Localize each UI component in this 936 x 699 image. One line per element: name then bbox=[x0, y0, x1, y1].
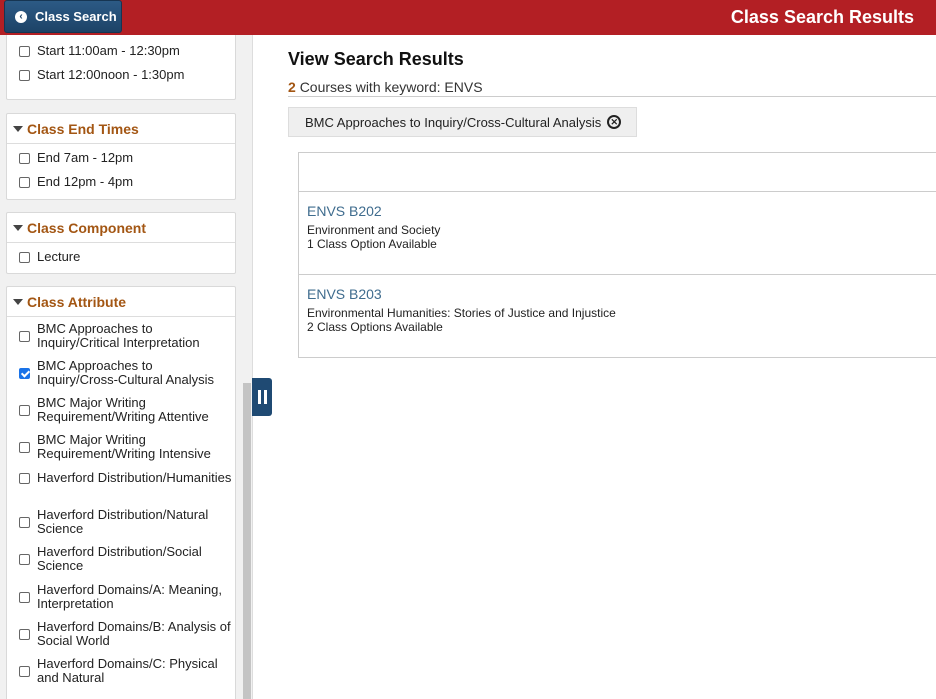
filter-sidebar: Start 10:00 - 11:30amStart 11:00am - 12:… bbox=[0, 35, 252, 699]
filter-option[interactable]: End 12pm - 4pm bbox=[19, 175, 133, 189]
checkbox[interactable] bbox=[19, 176, 30, 188]
component-header[interactable]: Class Component bbox=[7, 213, 235, 243]
start-times-panel: Start 10:00 - 11:30amStart 11:00am - 12:… bbox=[6, 35, 236, 100]
results-count: 2 Courses with keyword: ENVS bbox=[288, 79, 483, 95]
page-header-title: Class Search Results bbox=[730, 7, 914, 27]
filter-option-label: Lecture bbox=[37, 249, 81, 264]
collapse-triangle-icon bbox=[13, 125, 23, 132]
checkbox[interactable] bbox=[19, 45, 30, 57]
filter-option-label: End 7am - 12pm bbox=[37, 150, 134, 165]
checkbox[interactable] bbox=[19, 330, 30, 342]
filter-option-label: End 12pm - 4pm bbox=[37, 174, 134, 189]
checkbox[interactable] bbox=[19, 152, 30, 164]
filter-option-label: Haverford Domains/A: Meaning, Interpreta… bbox=[37, 582, 222, 611]
back-to-class-search-button[interactable]: ‹ Class Search bbox=[4, 0, 122, 33]
filter-option-label: Start 12:00noon - 1:30pm bbox=[37, 67, 185, 82]
filter-option-label: Haverford Distribution/Natural Science bbox=[37, 507, 209, 536]
filter-option[interactable]: Haverford Domains/B: Analysis of Social … bbox=[19, 620, 234, 648]
filter-option-label: BMC Major Writing Requirement/Writing In… bbox=[37, 432, 211, 461]
filter-option-label: Haverford Distribution/Social Science bbox=[37, 544, 202, 573]
page-title: View Search Results bbox=[288, 49, 464, 69]
panel-title: Class Component bbox=[27, 219, 147, 236]
checkbox[interactable] bbox=[19, 472, 30, 484]
course-title: Environmental Humanities: Stories of Jus… bbox=[307, 306, 616, 320]
header-bar: ‹ Class Search Class Search Results bbox=[0, 0, 936, 35]
count-text: Courses with keyword: ENVS bbox=[299, 79, 483, 95]
class-options: 1 Class Option Available bbox=[307, 237, 437, 251]
checkbox[interactable] bbox=[19, 553, 30, 565]
course-title: Environment and Society bbox=[307, 223, 441, 237]
attribute-panel: Class Attribute BMC Approaches to Inquir… bbox=[6, 286, 236, 699]
checkbox[interactable] bbox=[19, 665, 30, 677]
divider bbox=[288, 96, 936, 97]
end-times-panel: Class End Times End 7am - 12pm End 12pm -… bbox=[6, 113, 236, 200]
checkbox[interactable] bbox=[19, 441, 30, 453]
filter-option[interactable]: Haverford Distribution/Humanities bbox=[19, 471, 234, 485]
filter-option-label: BMC Major Writing Requirement/Writing At… bbox=[37, 395, 209, 424]
checkbox[interactable] bbox=[19, 404, 30, 416]
filter-option[interactable]: Start 11:00am - 12:30pm bbox=[19, 44, 180, 58]
filter-option-label: Haverford Domains/B: Analysis of Social … bbox=[37, 619, 231, 648]
checkbox[interactable] bbox=[19, 628, 30, 640]
pause-bar-icon bbox=[263, 390, 267, 404]
filter-option-label: Haverford Distribution/Humanities bbox=[37, 470, 232, 485]
results-list: ENVS B202 Environment and Society 1 Clas… bbox=[298, 152, 936, 358]
filter-option[interactable]: BMC Major Writing Requirement/Writing In… bbox=[19, 433, 234, 461]
course-code-link[interactable]: ENVS B203 bbox=[307, 286, 936, 302]
divider bbox=[252, 35, 253, 699]
course-code-link[interactable]: ENVS B202 bbox=[307, 203, 936, 219]
component-panel: Class Component Lecture bbox=[6, 212, 236, 274]
filter-option-label: Start 11:00am - 12:30pm bbox=[37, 43, 180, 58]
filter-chip-label: BMC Approaches to Inquiry/Cross-Cultural… bbox=[305, 114, 602, 130]
filter-option-label: BMC Approaches to Inquiry/Cross-Cultural… bbox=[37, 358, 215, 387]
checkbox[interactable] bbox=[19, 251, 30, 263]
pause-bar-icon bbox=[257, 390, 261, 404]
filter-option[interactable]: Haverford Domains/A: Meaning, Interpreta… bbox=[19, 583, 234, 611]
checkbox[interactable] bbox=[19, 591, 30, 603]
sidebar-scrollbar[interactable] bbox=[243, 383, 251, 699]
filter-option[interactable]: Lecture bbox=[19, 250, 80, 264]
chevron-left-icon: ‹ bbox=[15, 10, 27, 23]
back-button-label: Class Search bbox=[35, 9, 117, 24]
remove-filter-icon[interactable]: ✕ bbox=[607, 115, 622, 129]
attribute-header[interactable]: Class Attribute bbox=[7, 287, 235, 317]
collapse-sidebar-button[interactable] bbox=[252, 378, 272, 416]
filter-option[interactable]: BMC Approaches to Inquiry/Cross-Cultural… bbox=[19, 359, 234, 387]
panel-title: Class End Times bbox=[27, 120, 139, 137]
filter-chip[interactable]: BMC Approaches to Inquiry/Cross-Cultural… bbox=[288, 107, 637, 137]
panel-title: Class Attribute bbox=[27, 293, 127, 310]
filter-option-label: Haverford Domains/C: Physical and Natura… bbox=[37, 656, 218, 685]
result-row[interactable]: ENVS B203 Environmental Humanities: Stor… bbox=[299, 275, 936, 358]
filter-option[interactable]: Start 12:00noon - 1:30pm bbox=[19, 68, 184, 82]
class-options: 2 Class Options Available bbox=[307, 320, 443, 334]
collapse-triangle-icon bbox=[13, 298, 23, 305]
result-row[interactable]: ENVS B202 Environment and Society 1 Clas… bbox=[299, 192, 936, 275]
filter-option[interactable]: BMC Approaches to Inquiry/Critical Inter… bbox=[19, 322, 234, 350]
checkbox[interactable] bbox=[19, 69, 30, 81]
end-times-header[interactable]: Class End Times bbox=[7, 114, 235, 144]
checkbox[interactable] bbox=[19, 367, 30, 379]
filter-option[interactable]: BMC Major Writing Requirement/Writing At… bbox=[19, 396, 234, 424]
checkbox[interactable] bbox=[19, 516, 30, 528]
filter-option[interactable]: End 7am - 12pm bbox=[19, 151, 133, 165]
collapse-triangle-icon bbox=[13, 224, 23, 231]
filter-option[interactable]: Haverford Distribution/Natural Science bbox=[19, 508, 234, 536]
filter-option[interactable]: Haverford Distribution/Social Science bbox=[19, 545, 234, 573]
filter-option[interactable]: Haverford Domains/C: Physical and Natura… bbox=[19, 657, 234, 685]
count-number: 2 bbox=[288, 79, 296, 95]
filter-option-label: BMC Approaches to Inquiry/Critical Inter… bbox=[37, 321, 200, 350]
results-header-row bbox=[299, 153, 936, 192]
